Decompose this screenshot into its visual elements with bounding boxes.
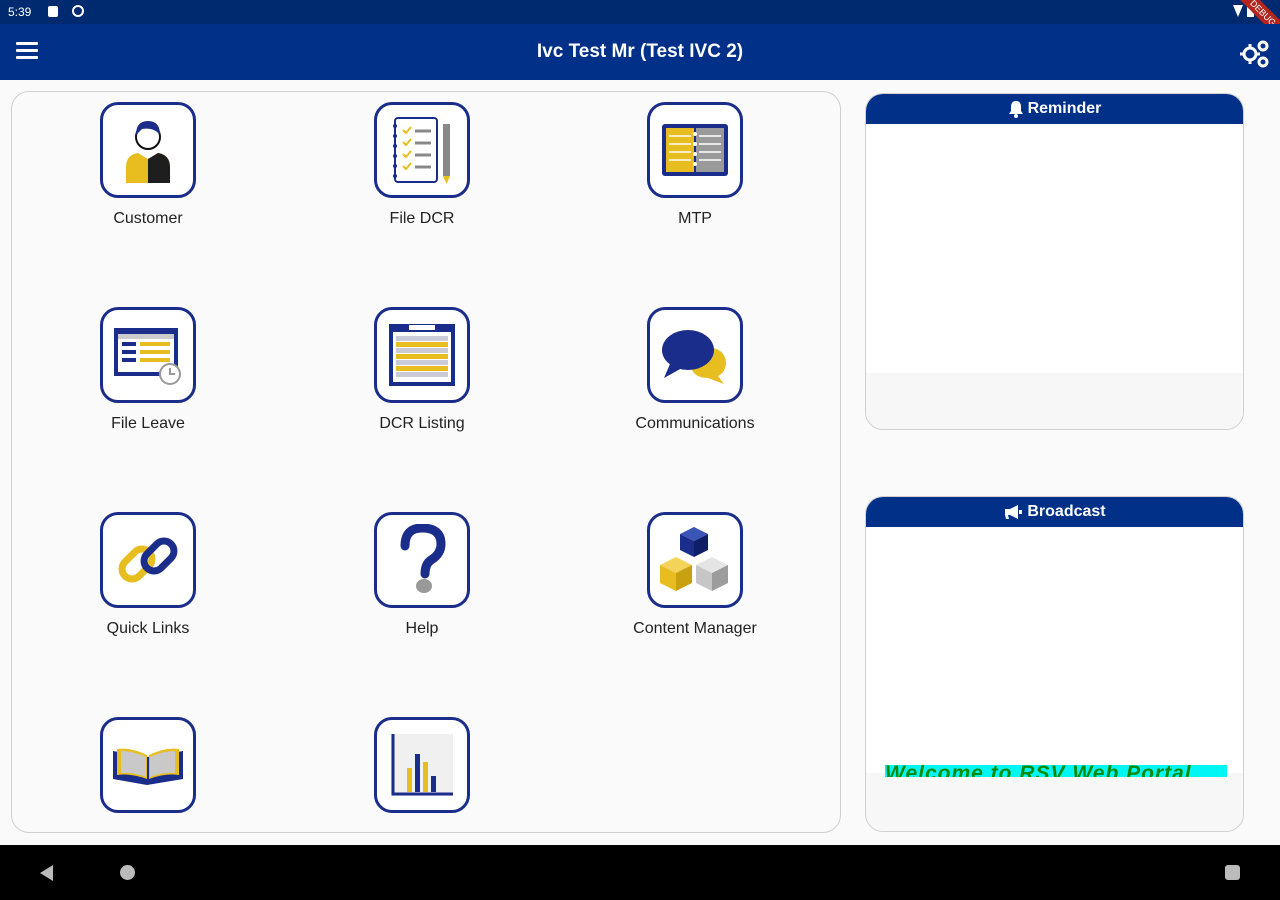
sync-disabled-icon <box>72 5 84 17</box>
menu-tile-help[interactable]: Help <box>332 512 512 638</box>
chat-bubbles-icon <box>647 307 743 403</box>
app-bar: Ivc Test Mr (Test IVC 2) <box>0 24 1280 80</box>
menu-tile-library[interactable] <box>58 717 238 825</box>
tile-label: Communications <box>635 415 755 432</box>
planner-book-icon <box>647 102 743 198</box>
menu-tile-quick-links[interactable]: Quick Links <box>58 512 238 638</box>
cubes-icon <box>647 512 743 608</box>
tile-label: Quick Links <box>106 620 190 637</box>
recent-apps-icon[interactable] <box>1225 865 1240 880</box>
customer-icon <box>100 102 196 198</box>
bar-chart-icon <box>374 717 470 813</box>
question-mark-icon <box>374 512 470 608</box>
reminder-header: Reminder <box>866 94 1243 124</box>
bell-icon <box>1008 101 1023 118</box>
system-nav-bar <box>0 845 1280 900</box>
checklist-notebook-icon <box>374 102 470 198</box>
menu-tile-mtp[interactable]: MTP <box>605 102 785 228</box>
tile-label: Help <box>405 620 439 637</box>
broadcast-marquee: Welcome to RSV Web Portal <box>885 765 1227 777</box>
menu-tile-customer[interactable]: Customer <box>58 102 238 228</box>
calendar-clock-icon <box>100 307 196 403</box>
menu-tile-communications[interactable]: Communications <box>605 307 785 433</box>
reminder-panel: Reminder <box>865 93 1244 430</box>
menu-tile-reports[interactable] <box>332 717 512 825</box>
listing-icon <box>374 307 470 403</box>
tile-label: File DCR <box>389 210 455 227</box>
page-title: Ivc Test Mr (Test IVC 2) <box>536 41 744 62</box>
link-icon <box>100 512 196 608</box>
broadcast-header: Broadcast <box>866 497 1243 527</box>
tile-label: File Leave <box>111 415 185 432</box>
broadcast-panel: Broadcast Welcome to RSV Web Portal <box>865 496 1244 832</box>
tile-label: Content Manager <box>633 620 757 637</box>
open-book-icon <box>100 717 196 813</box>
tile-label: DCR Listing <box>379 415 465 432</box>
status-time: 5:39 <box>8 5 32 19</box>
reminder-title: Reminder <box>1027 100 1102 117</box>
back-icon[interactable] <box>40 865 53 881</box>
menu-tile-dcr-listing[interactable]: DCR Listing <box>332 307 512 433</box>
menu-tile-file-leave[interactable]: File Leave <box>58 307 238 433</box>
megaphone-icon <box>1005 505 1023 519</box>
wifi-icon <box>1233 5 1243 17</box>
home-icon[interactable] <box>120 865 135 880</box>
menu-grid: Customer File DCR MTP File Leave DCR Lis… <box>11 91 841 833</box>
broadcast-footer <box>866 773 1243 831</box>
status-bar: 5:39 DEBUG <box>0 0 1280 43</box>
tile-label: MTP <box>678 210 712 227</box>
menu-tile-file-dcr[interactable]: File DCR <box>332 102 512 228</box>
reminder-footer <box>866 373 1243 429</box>
broadcast-message: Welcome to RSV Web Portal <box>885 765 1192 777</box>
gears-icon[interactable] <box>1238 36 1272 70</box>
tile-label: Customer <box>113 210 183 227</box>
menu-tile-content-manager[interactable]: Content Manager <box>605 512 785 638</box>
sim-card-icon <box>48 6 58 17</box>
broadcast-title: Broadcast <box>1027 503 1106 520</box>
